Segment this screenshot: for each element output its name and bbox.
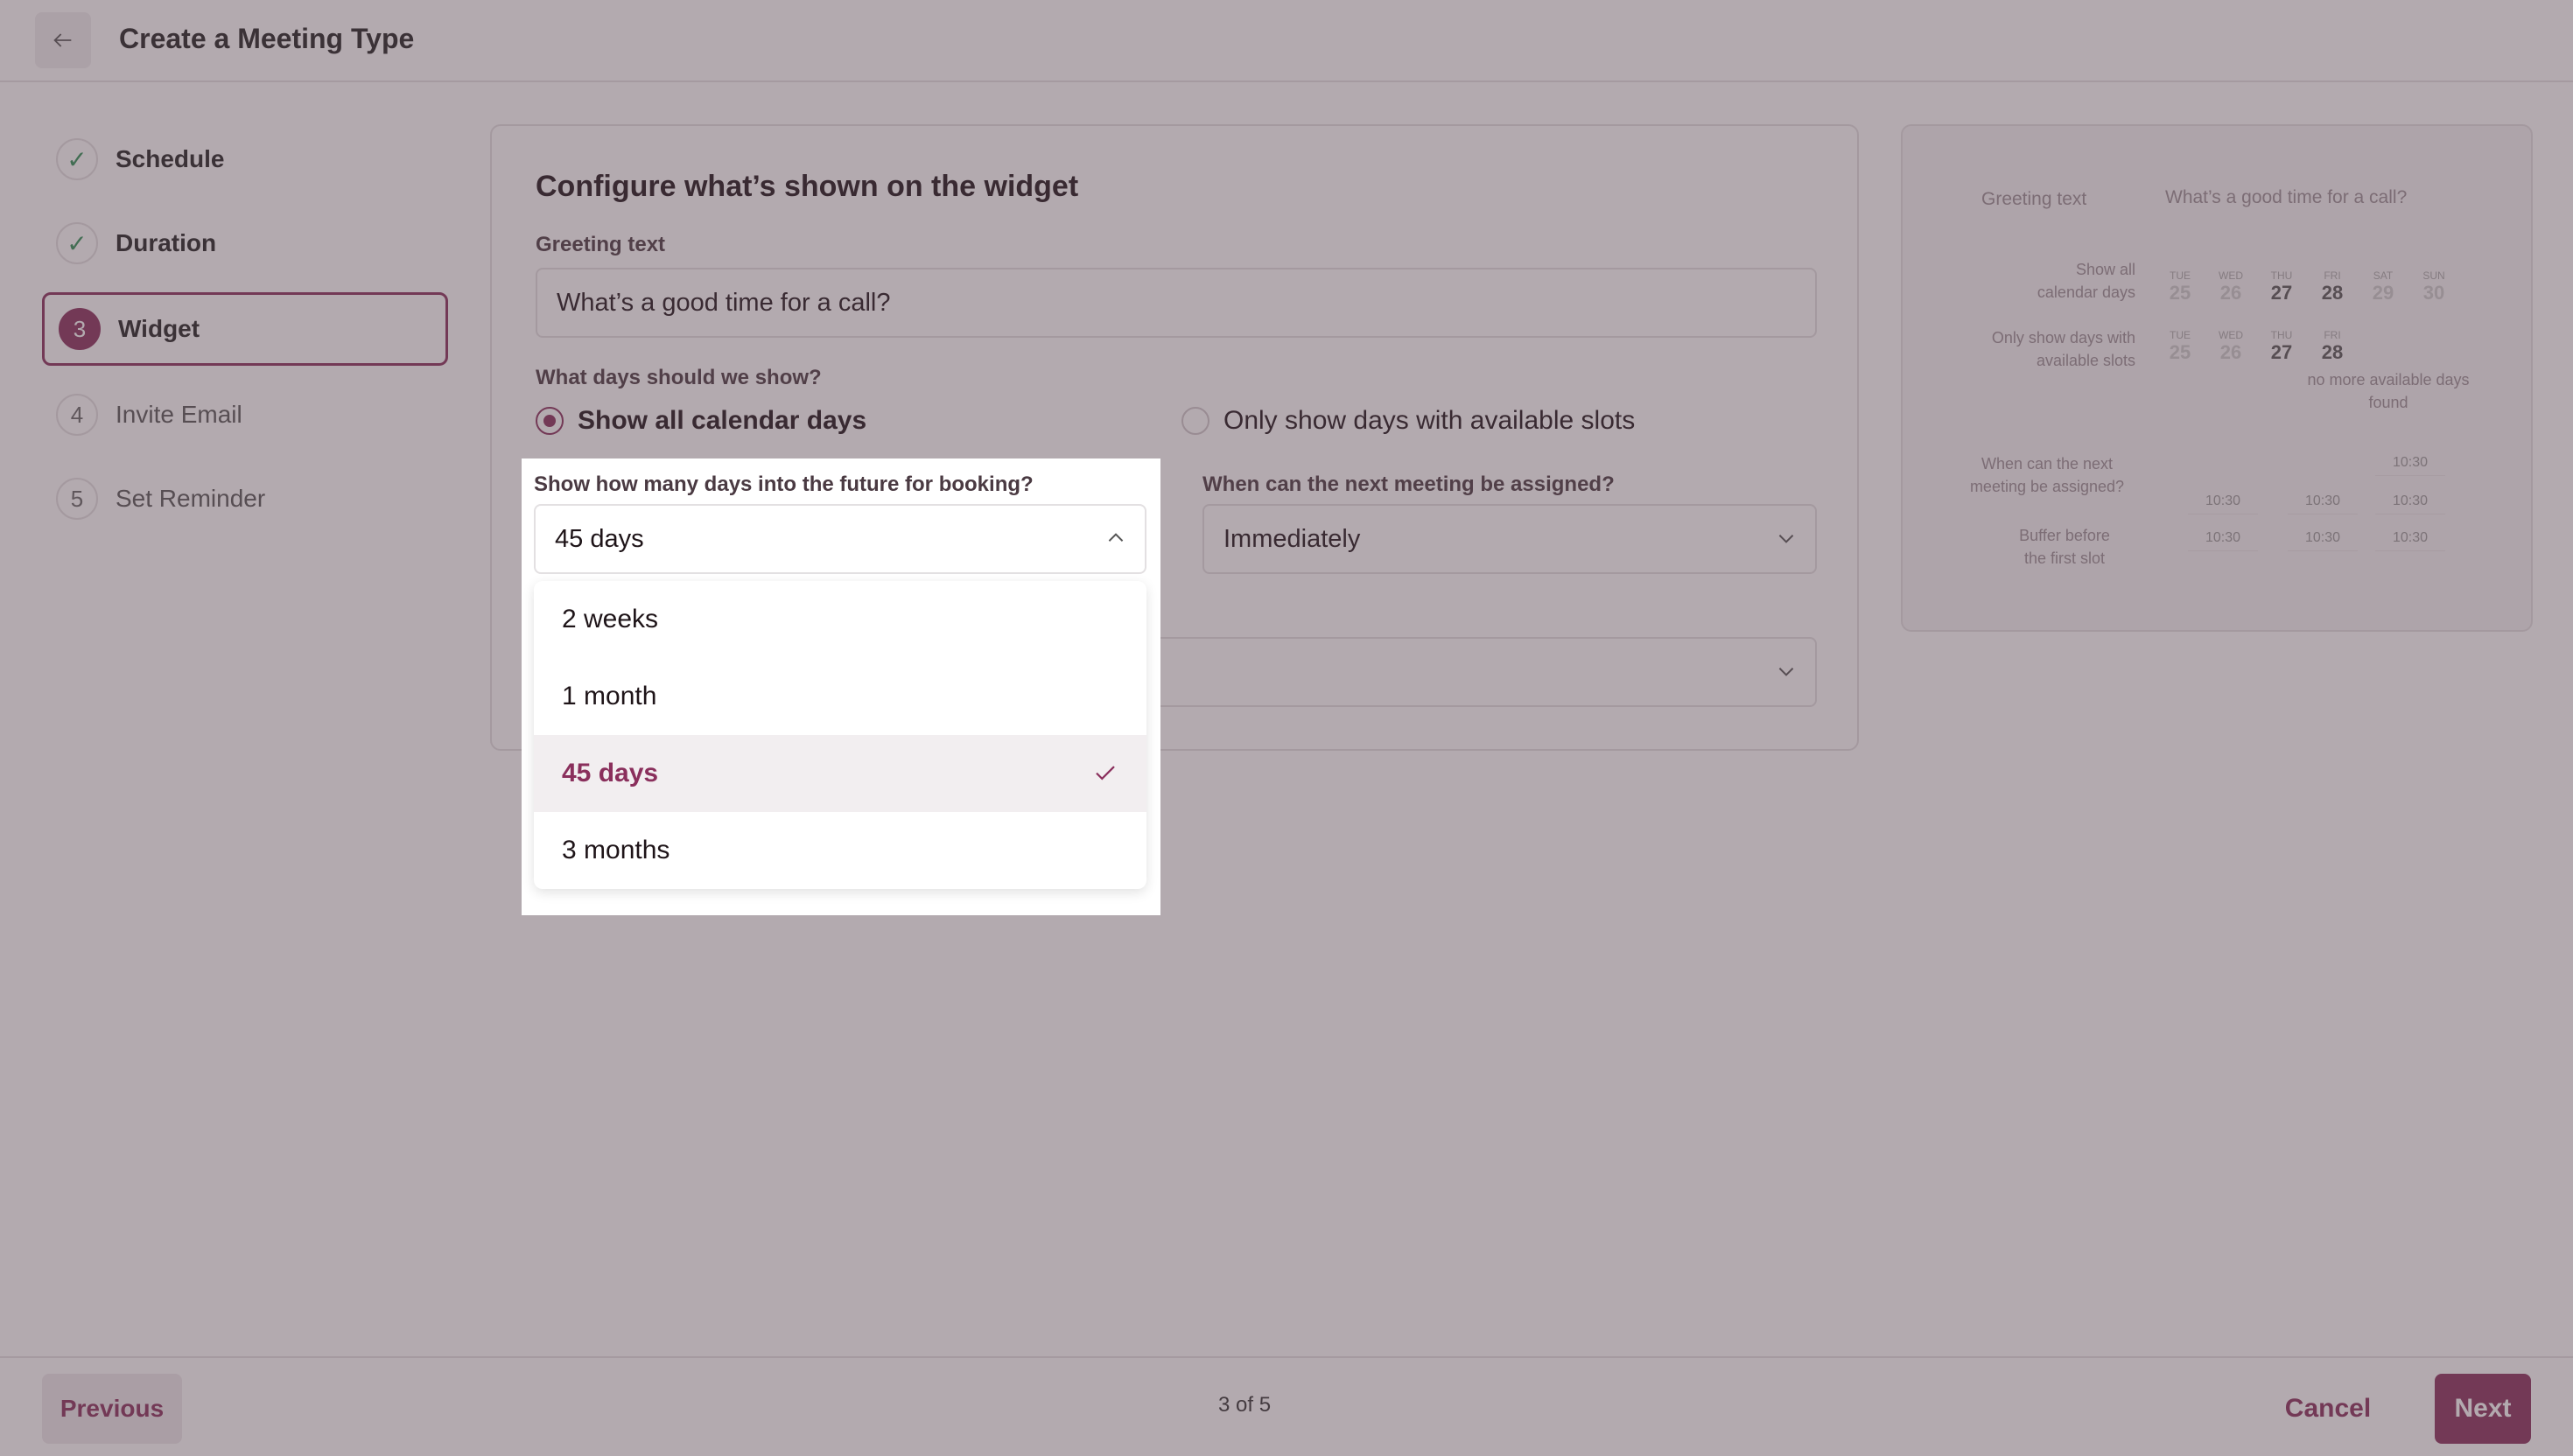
select-value: 45 days xyxy=(555,524,644,553)
dropdown-option-45-days[interactable]: 45 days xyxy=(534,735,1146,812)
future-days-label: Show how many days into the future for b… xyxy=(534,472,1034,496)
check-icon xyxy=(1096,766,1115,780)
dropdown-option-2-weeks[interactable]: 2 weeks xyxy=(534,581,1146,658)
dropdown-menu: 2 weeks 1 month 45 days 3 months xyxy=(534,581,1146,889)
modal-overlay[interactable] xyxy=(0,0,2573,1456)
chevron-up-icon xyxy=(1108,533,1124,542)
dropdown-option-1-month[interactable]: 1 month xyxy=(534,658,1146,735)
future-days-select[interactable]: 45 days xyxy=(534,504,1146,574)
dropdown-option-3-months[interactable]: 3 months xyxy=(534,812,1146,889)
future-days-spotlight: Show how many days into the future for b… xyxy=(522,458,1160,915)
